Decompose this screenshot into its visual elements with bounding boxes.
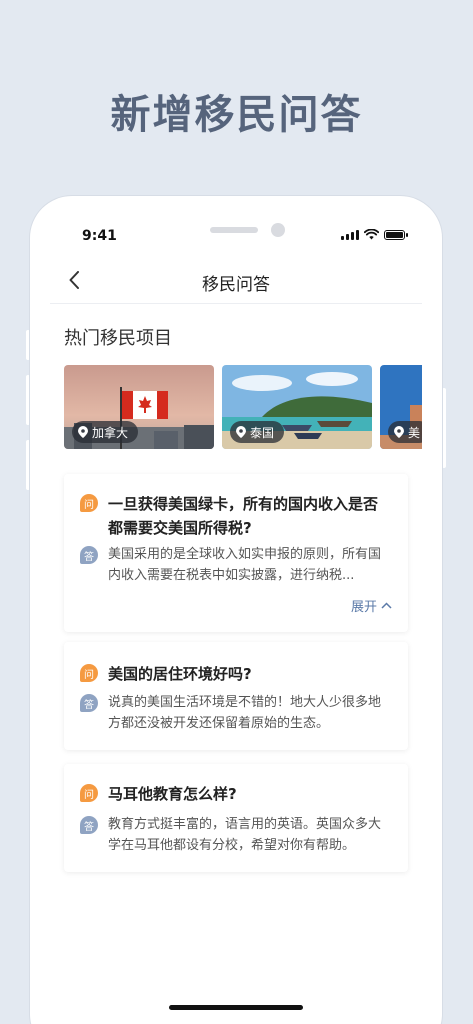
qa-card[interactable]: 问 美国的居住环境好吗? 答 说真的美国生活环境是不错的！地大人少很多地方都还没… bbox=[64, 642, 408, 750]
question-text: 马耳他教育怎么样? bbox=[108, 785, 237, 803]
expand-label: 展开 bbox=[350, 600, 377, 615]
navbar: 移民问答 bbox=[50, 260, 422, 304]
section-title: 热门移民项目 bbox=[64, 328, 172, 349]
location-badge: 美 bbox=[388, 421, 422, 443]
location-label: 美 bbox=[408, 425, 421, 440]
location-label: 加拿大 bbox=[92, 425, 129, 440]
answer-row: 答 说真的美国生活环境是不错的！地大人少很多地方都还没被开发还保留着原始的生态。 bbox=[80, 692, 392, 734]
home-indicator[interactable] bbox=[169, 1005, 303, 1010]
question-icon: 问 bbox=[80, 494, 98, 512]
battery-icon bbox=[384, 229, 408, 240]
project-card-thailand[interactable]: 泰国 bbox=[222, 365, 372, 449]
question-text: 一旦获得美国绿卡，所有的国内收入是否都需要交美国所得税? bbox=[108, 495, 379, 537]
location-pin-icon bbox=[394, 426, 404, 438]
answer-text: 美国采用的是全球收入如实申报的原则，所有国内收入需要在税表中如实披露，进行纳税.… bbox=[108, 547, 382, 583]
location-badge: 加拿大 bbox=[72, 421, 139, 443]
phone-frame: 9:41 移民问答 热门移民项目 加拿大 泰国 美 问 一旦获得美国绿卡，所有的… bbox=[30, 196, 442, 1024]
status-time: 9:41 bbox=[82, 228, 117, 244]
answer-row: 答 教育方式挺丰富的，语言用的英语。英国众多大学在马耳他都设有分校，希望对你有帮… bbox=[80, 814, 392, 856]
signal-icon bbox=[341, 229, 359, 240]
question-icon: 问 bbox=[80, 784, 98, 802]
answer-row: 答 美国采用的是全球收入如实申报的原则，所有国内收入需要在税表中如实披露，进行纳… bbox=[80, 544, 392, 586]
project-card-canada[interactable]: 加拿大 bbox=[64, 365, 214, 449]
phone-speaker bbox=[210, 227, 258, 233]
question-text: 美国的居住环境好吗? bbox=[108, 665, 252, 683]
wifi-icon bbox=[364, 229, 379, 240]
headline: 新增移民问答 bbox=[110, 92, 363, 138]
answer-icon: 答 bbox=[80, 816, 98, 834]
answer-text: 教育方式挺丰富的，语言用的英语。英国众多大学在马耳他都设有分校，希望对你有帮助。 bbox=[108, 817, 382, 853]
location-pin-icon bbox=[78, 426, 88, 438]
qa-card[interactable]: 问 一旦获得美国绿卡，所有的国内收入是否都需要交美国所得税? 答 美国采用的是全… bbox=[64, 474, 408, 632]
chevron-up-icon bbox=[381, 602, 392, 609]
expand-button[interactable]: 展开 bbox=[351, 596, 392, 615]
answer-text: 说真的美国生活环境是不错的！地大人少很多地方都还没被开发还保留着原始的生态。 bbox=[108, 695, 382, 731]
question-row: 问 美国的居住环境好吗? bbox=[80, 662, 392, 686]
status-icons bbox=[341, 229, 408, 240]
question-row: 问 一旦获得美国绿卡，所有的国内收入是否都需要交美国所得税? bbox=[80, 492, 392, 540]
phone-power-button bbox=[442, 388, 446, 468]
answer-icon: 答 bbox=[80, 546, 98, 564]
page-title: 移民问答 bbox=[202, 275, 270, 295]
answer-icon: 答 bbox=[80, 694, 98, 712]
location-badge: 泰国 bbox=[230, 421, 285, 443]
project-carousel[interactable]: 加拿大 泰国 美 bbox=[64, 365, 422, 449]
location-pin-icon bbox=[236, 426, 246, 438]
question-row: 问 马耳他教育怎么样? bbox=[80, 782, 392, 806]
project-card-usa[interactable]: 美 bbox=[380, 365, 422, 449]
phone-camera bbox=[271, 223, 285, 237]
qa-card[interactable]: 问 马耳他教育怎么样? 答 教育方式挺丰富的，语言用的英语。英国众多大学在马耳他… bbox=[64, 764, 408, 872]
location-label: 泰国 bbox=[250, 425, 275, 440]
question-icon: 问 bbox=[80, 664, 98, 682]
